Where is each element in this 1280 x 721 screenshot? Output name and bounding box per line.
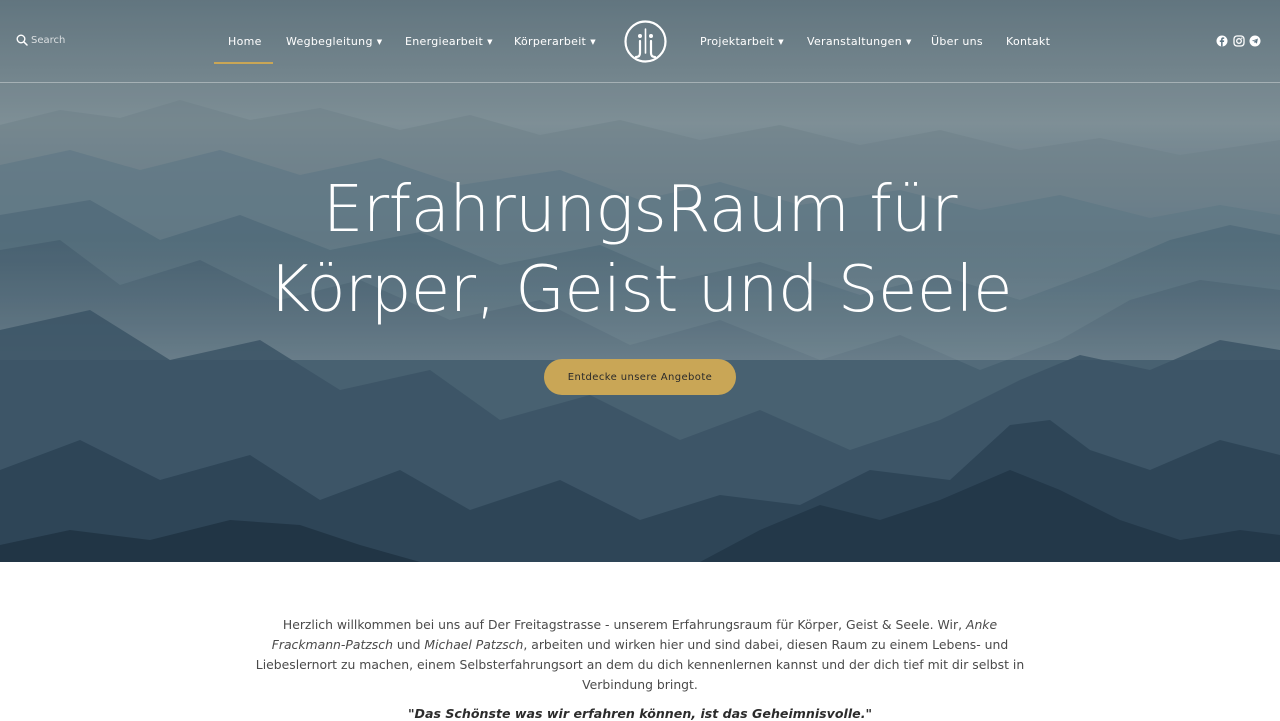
nav-item-label: Veranstaltungen <box>807 35 902 48</box>
nav-item-wegbegleitung[interactable]: Wegbegleitung ▼ <box>286 35 382 48</box>
facebook-icon[interactable] <box>1216 35 1228 47</box>
nav-item-projektarbeit[interactable]: Projektarbeit ▼ <box>700 35 784 48</box>
nav-item-kontakt[interactable]: Kontakt <box>1006 35 1050 48</box>
telegram-icon[interactable] <box>1249 35 1261 47</box>
nav-item-label: Home <box>228 35 262 48</box>
site-logo[interactable] <box>623 19 668 64</box>
hero-section: Home Wegbegleitung▼ Energiearbeit▼ Körpe… <box>0 0 1280 562</box>
active-nav-indicator <box>214 62 273 64</box>
search-box[interactable] <box>16 34 121 46</box>
nav-item-koerperarbeit[interactable]: Körperarbeit ▼ <box>514 35 596 48</box>
intro-text: und <box>392 637 425 652</box>
caret-down-icon: ▼ <box>778 38 784 46</box>
instagram-icon[interactable] <box>1233 35 1245 47</box>
intro-name-michael: Michael Patzsch <box>424 637 524 652</box>
nav-item-label: Körperarbeit <box>514 35 587 48</box>
nav-item-label: Über uns <box>931 35 983 48</box>
nav-item-label: Wegbegleitung <box>286 35 373 48</box>
search-icon <box>16 34 28 46</box>
intro-paragraph: Herzlich willkommen bei uns auf Der Frei… <box>250 615 1030 695</box>
top-navigation: Home Wegbegleitung▼ Energiearbeit▼ Körpe… <box>0 0 1280 83</box>
hero-headline: ErfahrungsRaum für Körper, Geist und See… <box>0 170 1280 330</box>
caret-down-icon: ▼ <box>906 38 912 46</box>
caret-down-icon: ▼ <box>590 38 596 46</box>
nav-item-ueber-uns[interactable]: Über uns <box>931 35 983 48</box>
nav-item-home[interactable]: Home <box>228 35 262 48</box>
caret-down-icon: ▼ <box>487 38 493 46</box>
quote-text: "Das Schönste was wir erfahren können, i… <box>407 706 873 721</box>
discover-offers-button[interactable]: Entdecke unsere Angebote <box>544 359 736 395</box>
caret-down-icon: ▼ <box>376 38 383 46</box>
intro-text: Herzlich willkommen bei uns auf Der Frei… <box>282 617 966 632</box>
nav-item-label: Projektarbeit <box>700 35 775 48</box>
hero-headline-line1: ErfahrungsRaum für <box>322 173 958 247</box>
nav-item-energiearbeit[interactable]: Energiearbeit ▼ <box>405 35 493 48</box>
hero-headline-line2: Körper, Geist und Seele <box>268 253 1012 327</box>
nav-item-label: Kontakt <box>1006 35 1051 48</box>
nav-item-veranstaltungen[interactable]: Veranstaltungen ▼ <box>807 35 912 48</box>
nav-item-label: Energiearbeit <box>405 35 484 48</box>
search-input[interactable] <box>31 34 121 46</box>
